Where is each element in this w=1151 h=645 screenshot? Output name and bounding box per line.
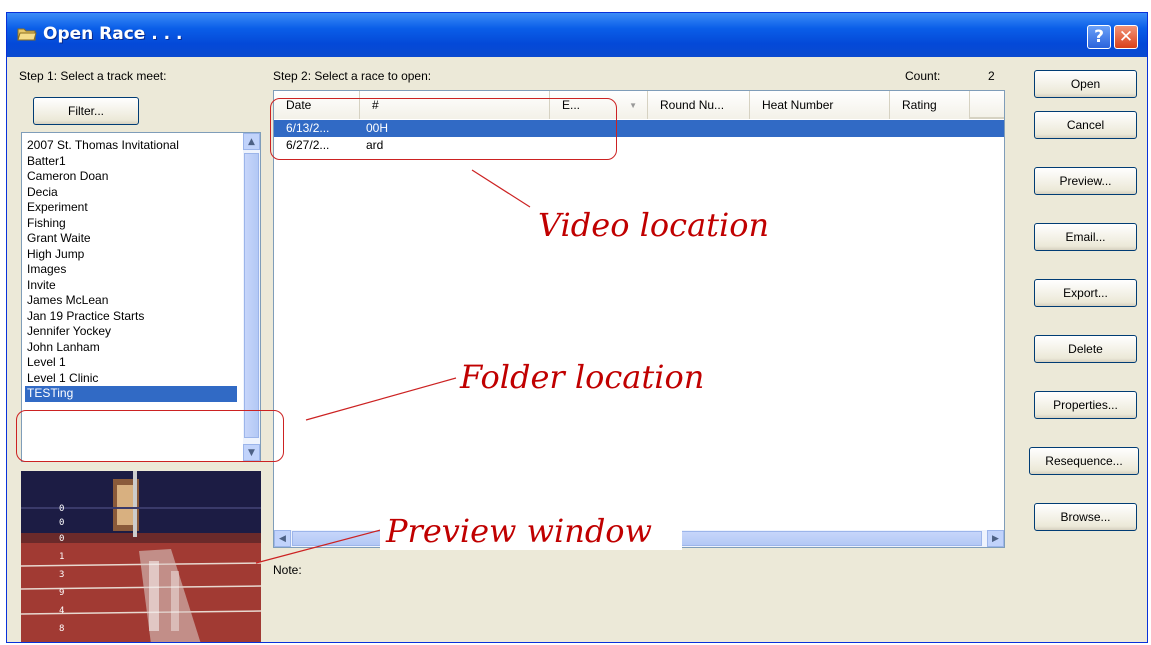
list-item[interactable]: Level 1 Clinic xyxy=(25,371,237,387)
folder-location-highlight xyxy=(16,410,284,462)
browse-button[interactable]: Browse... xyxy=(1034,503,1137,531)
filter-button[interactable]: Filter... xyxy=(33,97,139,125)
list-item[interactable]: Batter1 xyxy=(25,154,237,170)
open-button[interactable]: Open xyxy=(1034,70,1137,98)
svg-text:9: 9 xyxy=(59,588,64,598)
properties-button[interactable]: Properties... xyxy=(1034,391,1137,419)
list-item[interactable]: Cameron Doan xyxy=(25,169,237,185)
column-rating[interactable]: Rating xyxy=(890,91,970,119)
cancel-button[interactable]: Cancel xyxy=(1034,111,1137,139)
title-bar[interactable]: Open Race . . . ? ✕ xyxy=(7,13,1147,57)
svg-text:0: 0 xyxy=(59,534,64,544)
list-item[interactable]: Jan 19 Practice Starts xyxy=(25,309,237,325)
list-item[interactable]: TESTing xyxy=(25,386,237,402)
preview-window-annotation: Preview window xyxy=(380,512,682,550)
step2-label: Step 2: Select a race to open: xyxy=(273,69,432,83)
preview-image: 0 0 0 1 3 9 4 8 xyxy=(21,471,261,642)
note-label: Note: xyxy=(273,563,302,577)
list-item[interactable]: Invite xyxy=(25,278,237,294)
resequence-button[interactable]: Resequence... xyxy=(1029,447,1139,475)
window-title: Open Race . . . xyxy=(43,24,183,44)
video-location-highlight xyxy=(270,98,617,160)
svg-text:3: 3 xyxy=(59,570,64,580)
svg-text:0: 0 xyxy=(59,504,64,514)
list-item[interactable]: High Jump xyxy=(25,247,237,263)
help-button[interactable]: ? xyxy=(1087,25,1111,49)
list-item[interactable]: Experiment xyxy=(25,200,237,216)
svg-text:4: 4 xyxy=(59,606,64,616)
svg-text:8: 8 xyxy=(59,624,64,634)
delete-button[interactable]: Delete xyxy=(1034,335,1137,363)
list-item[interactable]: Grant Waite xyxy=(25,231,237,247)
list-item[interactable]: Jennifer Yockey xyxy=(25,324,237,340)
list-item[interactable]: Fishing xyxy=(25,216,237,232)
folder-location-annotation: Folder location xyxy=(460,358,705,396)
folder-open-icon xyxy=(17,28,37,41)
list-item[interactable]: James McLean xyxy=(25,293,237,309)
count-value: 2 xyxy=(988,69,995,83)
export-button[interactable]: Export... xyxy=(1034,279,1137,307)
column-heat-number[interactable]: Heat Number xyxy=(750,91,890,119)
count-label: Count: xyxy=(905,69,941,83)
preview-window: 0 0 0 1 3 9 4 8 xyxy=(21,471,261,642)
step1-label: Step 1: Select a track meet: xyxy=(19,69,167,83)
list-item[interactable]: Decia xyxy=(25,185,237,201)
list-item[interactable]: Level 1 xyxy=(25,355,237,371)
meet-list-items: 2007 St. Thomas Invitational Batter1 Camer… xyxy=(25,138,237,402)
list-item[interactable]: John Lanham xyxy=(25,340,237,356)
video-location-annotation: Video location xyxy=(538,206,770,244)
scroll-thumb[interactable] xyxy=(244,153,259,438)
preview-button[interactable]: Preview... xyxy=(1034,167,1137,195)
list-item[interactable]: 2007 St. Thomas Invitational xyxy=(25,138,237,154)
email-button[interactable]: Email... xyxy=(1034,223,1137,251)
svg-text:1: 1 xyxy=(59,552,64,562)
arrow-up-icon[interactable]: ▲ xyxy=(243,133,260,150)
column-round-number[interactable]: Round Nu... xyxy=(648,91,750,119)
close-button[interactable]: ✕ xyxy=(1114,25,1138,49)
svg-text:0: 0 xyxy=(59,518,64,528)
arrow-left-icon[interactable]: ◀ xyxy=(274,530,291,547)
list-item[interactable]: Images xyxy=(25,262,237,278)
chevron-down-icon: ▼ xyxy=(629,100,637,110)
arrow-right-icon[interactable]: ▶ xyxy=(987,530,1004,547)
